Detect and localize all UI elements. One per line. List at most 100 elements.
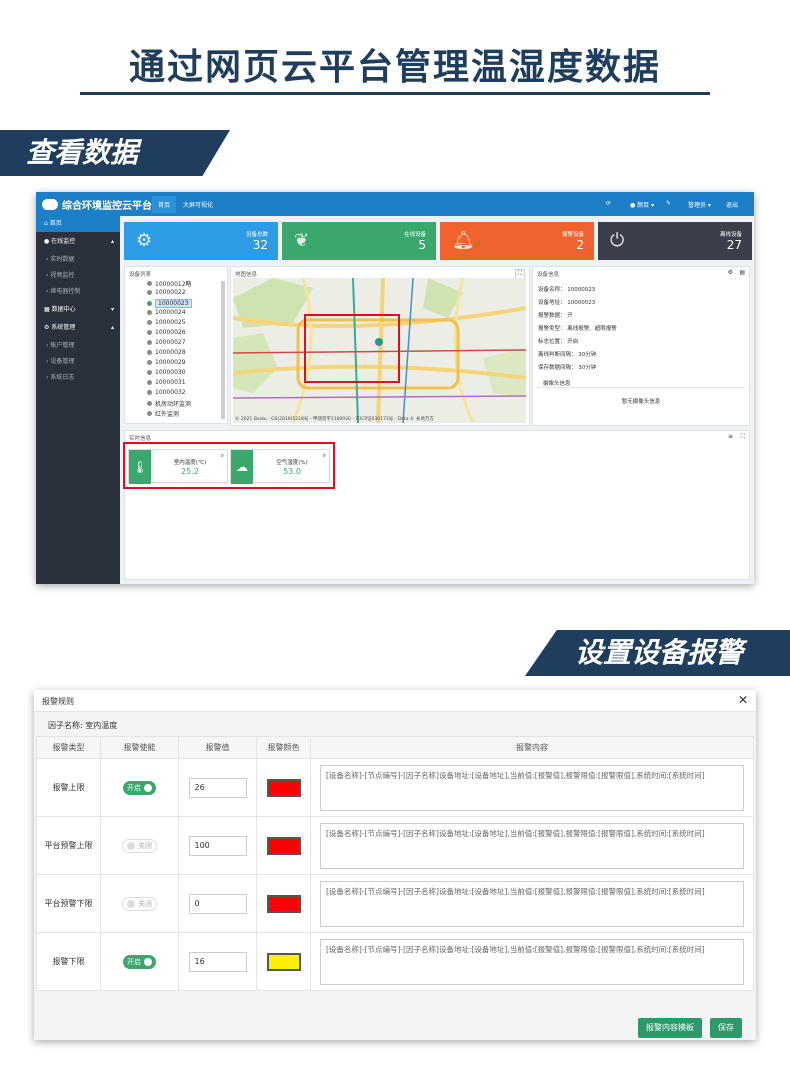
cloud-logo-icon [42,199,58,210]
enable-toggle[interactable]: 开启 [123,954,156,969]
enable-toggle[interactable]: 关闭 [122,838,157,853]
leaf-icon: ❦ [294,230,310,251]
header-alarm-value: 报警值 [178,736,257,759]
color-swatch[interactable] [266,952,301,971]
stat-card-total[interactable]: ⚙ 设备总数 32 [124,222,278,260]
pen-icon[interactable]: ✎ [666,200,671,207]
plug-icon: ⏻ [610,230,625,251]
info-row: 离线判断间隔： 30分钟 [538,352,597,358]
alarm-value-input[interactable]: 100 [188,835,247,856]
dashboard-screenshot: 综合环境监控云平台 首页 大屏可视化 ⟳ ● 颜目 ▾ ✎ 管理员 ▾ 退出 ⌂… [36,192,754,584]
device-list-panel: 设备列表 10000012略 10000022 10000023 1000002… [124,266,228,424]
expand-icon[interactable]: ⛶ [741,433,745,441]
sensor-highlight-box [123,442,335,489]
alarm-rule-table: 报警类型 报警使能 报警值 报警颜色 报警内容 报警上限 开启 26 [设备名称… [36,736,754,991]
info-row: 设备地址： 10000023 [538,300,596,306]
sidebar-group-online-monitor[interactable]: ● 在线监控 ▴ [36,234,120,250]
alarm-type: 平台预警下限 [36,874,101,933]
device-item[interactable]: 10000025 [147,319,186,326]
header-alarm-color: 报警颜色 [256,736,311,759]
header-alarm-type: 报警类型 [36,736,101,759]
table-row: 平台预警上限 关闭 100 [设备名称]-[节点编号]-[因子名称]设备地址:[… [36,816,754,875]
section-banner-alarm-settings: 设置设备报警 [525,630,790,676]
info-row: 设备名称： 10000023 [538,287,596,293]
sidebar: ⌂ 首页 ● 在线监控 ▴ › 实时数据 › 视频监控 › 继电器控制 ▦ 数据中… [36,216,120,584]
color-swatch[interactable] [266,894,301,913]
info-row: 报警数据： 开 [538,313,573,319]
sidebar-item-realtime[interactable]: › 实时数据 [36,252,120,268]
device-item[interactable]: 10000026 [147,329,186,336]
alarm-value-input[interactable]: 16 [188,951,247,972]
device-item[interactable]: 10000024 [147,309,186,316]
sidebar-item-home[interactable]: ⌂ 首页 [36,216,120,232]
alarm-value-input[interactable]: 26 [188,777,247,798]
alarm-type: 报警下限 [36,932,101,991]
color-swatch[interactable] [266,836,301,855]
map-copyright: © 2021 Baidu - GS(2019)5218号 - 甲测资字11009… [235,417,434,422]
alarm-rule-dialog: 报警规则 ✕ 因子名称: 室内温度 报警类型 报警使能 报警值 报警颜色 报警内… [34,690,756,1040]
camera-empty-text: 暂无摄像头信息 [621,399,661,405]
admin-menu[interactable]: 管理员 ▾ [688,200,711,209]
table-row: 报警下限 开启 16 [设备名称]-[节点编号]-[因子名称]设备地址:[设备地… [36,932,754,991]
bell-icon: 🔔︎ [452,230,475,251]
section-banner-view-data: 查看数据 [0,130,230,176]
sidebar-group-system[interactable]: ⚙ 系统管理 ▴ [36,320,120,336]
sidebar-group-data-center[interactable]: ▦ 数据中心 ▾ [36,302,120,318]
camera-title: 摄像头信息 [543,381,571,387]
theme-menu[interactable]: ● 颜目 ▾ [630,200,654,209]
list-icon[interactable]: ▤ [739,269,745,276]
device-list-scrollbar[interactable] [221,281,225,419]
enable-toggle[interactable]: 关闭 [122,896,157,911]
alarm-content-textarea[interactable]: [设备名称]-[节点编号]-[因子名称]设备地址:[设备地址],当前值:[报警值… [320,764,744,811]
close-icon[interactable]: ✕ [738,693,748,707]
stat-card-offline[interactable]: ⏻ 离线设备 27 [598,222,752,260]
sidebar-item-relay[interactable]: › 继电器控制 [36,284,120,300]
device-item[interactable]: 10000028 [147,349,186,356]
device-item[interactable]: 机房动环监测 [147,399,191,408]
map-highlight-box [304,314,400,383]
device-item-selected[interactable]: 10000023 [147,299,192,308]
alarm-content-textarea[interactable]: [设备名称]-[节点编号]-[因子名称]设备地址:[设备地址],当前值:[报警值… [320,938,744,985]
tab-big-screen[interactable]: 大屏可视化 [183,200,213,209]
stat-card-online[interactable]: ❦ 在线设备 5 [282,222,436,260]
settings-icon[interactable]: ⚙ [728,269,733,276]
info-row: 标志位置： 开启 [538,339,579,345]
top-navbar: 综合环境监控云平台 首页 大屏可视化 ⟳ ● 颜目 ▾ ✎ 管理员 ▾ 退出 [36,192,754,216]
device-item[interactable]: 10000027 [147,339,186,346]
sidebar-item-accounts[interactable]: › 账户管理 [36,338,120,354]
info-row: 报警类型： 离线报警、超限报警 [538,326,617,332]
color-swatch[interactable] [266,778,301,797]
device-item[interactable]: 10000022 [147,289,186,296]
app-name: 综合环境监控云平台 [62,201,152,212]
sidebar-item-devices[interactable]: › 设备管理 [36,354,120,370]
alarm-type: 平台预警上限 [36,816,101,875]
info-row: 保存数据间隔： 30分钟 [538,365,597,371]
alarm-value-input[interactable]: 0 [188,893,247,914]
refresh-icon[interactable]: ⟳ [606,200,611,207]
page-title: 通过网页云平台管理温湿度数据 [128,47,661,88]
device-item[interactable]: 10000012略 [147,279,192,288]
table-row: 平台预警下限 关闭 0 [设备名称]-[节点编号]-[因子名称]设备地址:[设备… [36,874,754,933]
gears-icon: ⚙ [136,230,153,251]
device-item[interactable]: 红外监测 [147,409,179,418]
alarm-content-textarea[interactable]: [设备名称]-[节点编号]-[因子名称]设备地址:[设备地址],当前值:[报警值… [320,822,744,869]
app-brand[interactable]: 综合环境监控云平台 [42,197,152,212]
alarm-template-button[interactable]: 报警内容模板 [638,1018,702,1038]
alarm-type: 报警上限 [36,758,101,817]
enable-toggle[interactable]: 开启 [123,780,156,795]
sidebar-item-logs[interactable]: › 系统日志 [36,370,120,386]
device-item[interactable]: 10000030 [147,369,186,376]
stat-card-alarm[interactable]: 🔔︎ 报警设备 2 [440,222,594,260]
tab-home[interactable]: 首页 [152,196,177,213]
device-item[interactable]: 10000029 [147,359,186,366]
logout-link[interactable]: 退出 [726,200,738,209]
menu-icon[interactable]: ≡ [728,433,733,440]
alarm-content-textarea[interactable]: [设备名称]-[节点编号]-[因子名称]设备地址:[设备地址],当前值:[报警值… [320,880,744,927]
device-item[interactable]: 10000031 [147,379,186,386]
sidebar-item-video[interactable]: › 视频监控 [36,268,120,284]
save-button[interactable]: 保存 [710,1018,742,1038]
device-item[interactable]: 10000032 [147,389,186,396]
header-alarm-content: 报警内容 [310,736,754,759]
dialog-body: 因子名称: 室内温度 报警类型 报警使能 报警值 报警颜色 报警内容 报警上限 … [34,712,756,1040]
title-underline [80,92,710,95]
